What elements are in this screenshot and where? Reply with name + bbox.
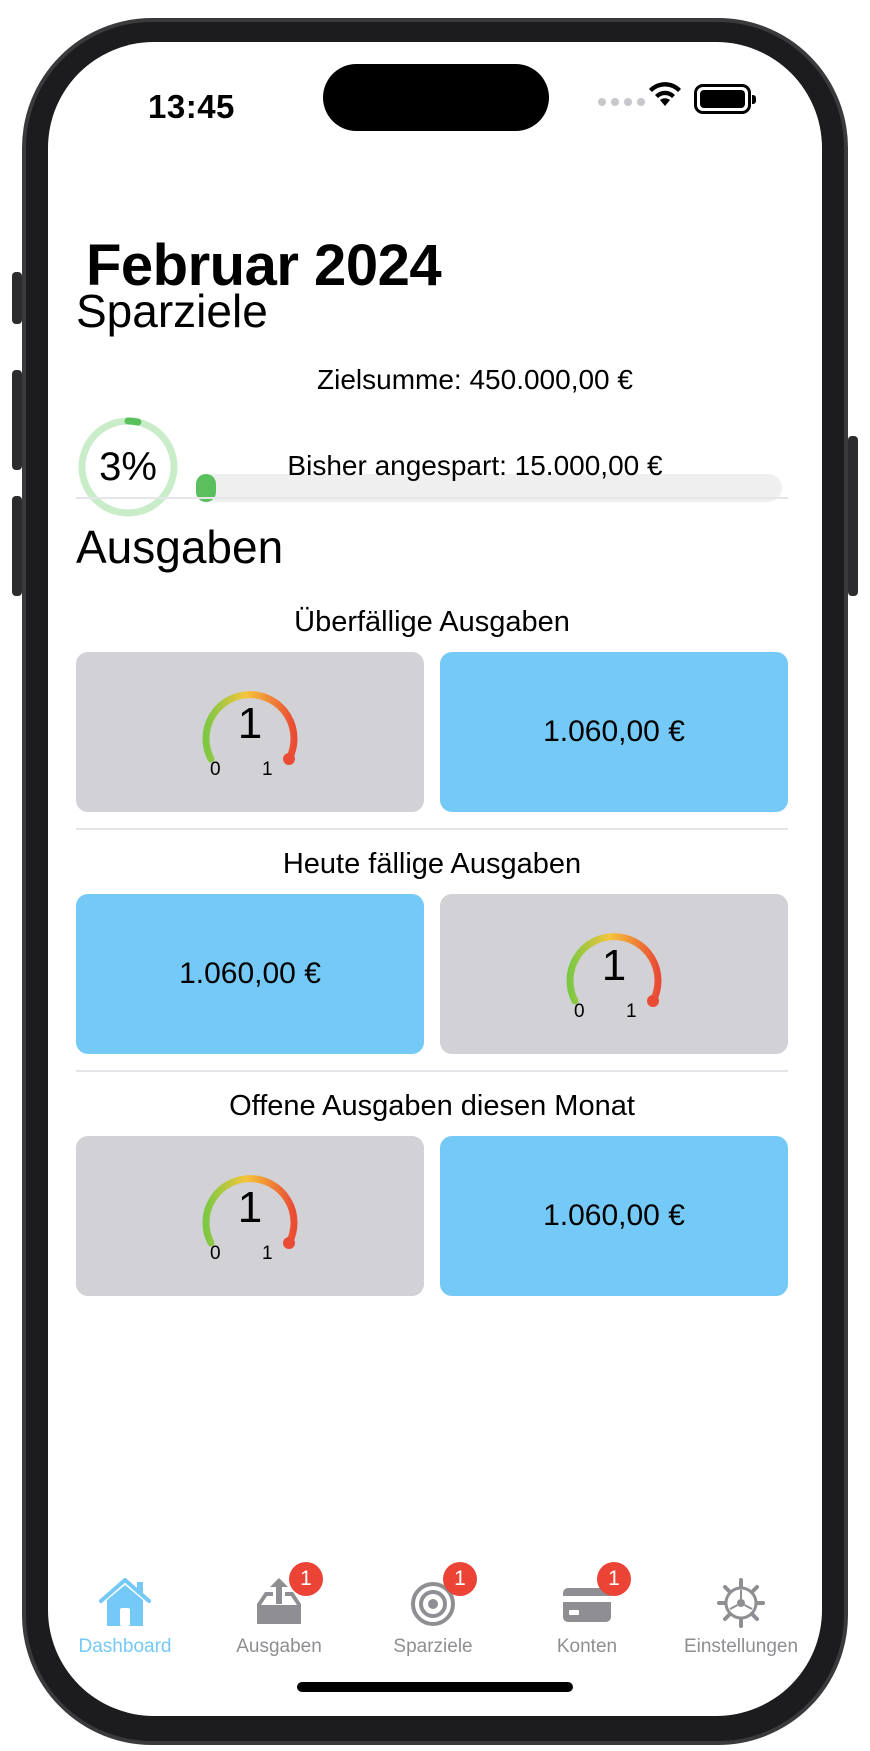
screen: 13:45 Februar 2024 Sparziele 3% Zielsumm…	[48, 42, 822, 1716]
overdue-expenses-title: Überfällige Ausgaben	[294, 606, 570, 638]
expenses-heading: Ausgaben	[76, 521, 284, 573]
home-indicator[interactable]	[297, 1682, 573, 1692]
credit-card-icon: 1	[559, 1562, 631, 1630]
open-this-month-gauge-value: 1	[237, 1183, 263, 1232]
cellular-signal-icon	[598, 98, 645, 106]
volume-down-button	[12, 496, 22, 596]
tab-label: Dashboard	[78, 1636, 172, 1657]
tab-ausgaben[interactable]: 1 Ausgaben	[202, 1560, 356, 1670]
tab-label: Ausgaben	[236, 1636, 322, 1657]
badge: 1	[289, 1562, 323, 1596]
savings-goal-label: Zielsumme: 450.000,00 €	[317, 364, 633, 395]
tray-upload-icon: 1	[251, 1562, 323, 1630]
overdue-gauge-max: 1	[262, 759, 273, 780]
tab-dashboard[interactable]: Dashboard	[48, 1560, 202, 1670]
open-this-month-title: Offene Ausgaben diesen Monat	[229, 1090, 635, 1122]
due-today-gauge: 1 0 1	[554, 919, 674, 1029]
overdue-amount: 1.060,00 €	[543, 715, 685, 748]
tab-einstellungen[interactable]: Einstellungen	[664, 1560, 818, 1670]
badge: 1	[597, 1562, 631, 1596]
open-this-month-count-tile[interactable]: 1 0 1	[76, 1136, 424, 1296]
power-button	[848, 436, 858, 596]
open-this-month-gauge: 1 0 1	[190, 1161, 310, 1271]
due-today-gauge-min: 0	[574, 1001, 585, 1022]
status-time: 13:45	[148, 88, 235, 125]
due-today-amount-tile[interactable]: 1.060,00 €	[76, 894, 424, 1054]
due-today-count-tile[interactable]: 1 0 1	[440, 894, 788, 1054]
overdue-amount-tile[interactable]: 1.060,00 €	[440, 652, 788, 812]
overdue-gauge: 1 0 1	[190, 677, 310, 787]
volume-up-button	[12, 370, 22, 470]
savings-percent-label: 3%	[99, 444, 157, 489]
divider	[76, 828, 788, 830]
badge: 1	[443, 1562, 477, 1596]
gear-icon	[713, 1574, 769, 1630]
overdue-gauge-min: 0	[210, 759, 221, 780]
overdue-gauge-value: 1	[237, 699, 263, 748]
due-today-title: Heute fällige Ausgaben	[282, 848, 582, 880]
dynamic-island	[323, 64, 549, 131]
divider	[76, 1070, 788, 1072]
tab-sparziele[interactable]: 1 Sparziele	[356, 1560, 510, 1670]
house-icon	[97, 1574, 153, 1630]
due-today-amount: 1.060,00 €	[179, 957, 321, 990]
tab-label: Konten	[556, 1636, 618, 1657]
battery-icon	[694, 84, 756, 114]
tab-bar: Dashboard 1 Ausgaben 1 Sparziele 1 Konte…	[48, 1560, 822, 1670]
tab-label: Einstellungen	[683, 1636, 799, 1657]
savings-heading: Sparziele	[76, 285, 268, 337]
open-this-month-amount-tile[interactable]: 1.060,00 €	[440, 1136, 788, 1296]
mute-switch	[12, 272, 22, 324]
divider	[76, 497, 788, 499]
tab-label: Sparziele	[393, 1636, 473, 1657]
due-today-gauge-value: 1	[601, 941, 627, 990]
wifi-icon	[648, 82, 682, 113]
savings-saved-label: Bisher angespart: 15.000,00 €	[287, 450, 663, 481]
overdue-count-tile[interactable]: 1 0 1	[76, 652, 424, 812]
open-this-month-amount: 1.060,00 €	[543, 1199, 685, 1232]
tab-konten[interactable]: 1 Konten	[510, 1560, 664, 1670]
open-this-month-gauge-min: 0	[210, 1243, 221, 1264]
target-icon: 1	[405, 1562, 477, 1630]
open-this-month-gauge-max: 1	[262, 1243, 273, 1264]
due-today-gauge-max: 1	[626, 1001, 637, 1022]
